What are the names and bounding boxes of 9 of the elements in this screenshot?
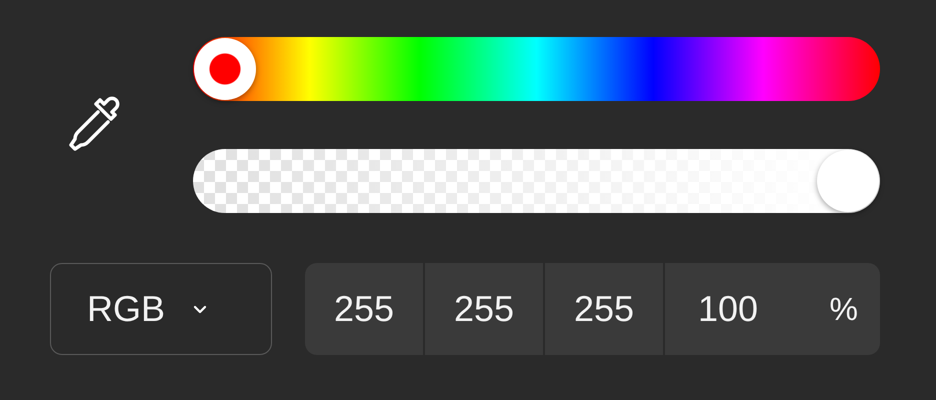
slider-thumb[interactable] [817,150,879,212]
value-field[interactable]: 255 [545,263,663,355]
slider-thumb[interactable] [194,38,256,100]
mode-dropdown[interactable]: RGB [50,263,272,355]
unit-label: % [830,290,858,328]
value-field[interactable]: 100 % [665,263,880,355]
chevron-down-icon [193,304,208,314]
value-field[interactable]: 255 [425,263,543,355]
value-field[interactable]: 255 [305,263,423,355]
